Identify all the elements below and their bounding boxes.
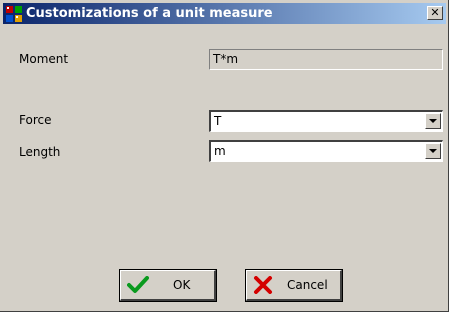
- checkmark-icon: [127, 276, 149, 293]
- force-select[interactable]: T: [209, 110, 443, 132]
- moment-value: T*m: [213, 52, 239, 66]
- app-grid-icon: [6, 6, 22, 22]
- length-select[interactable]: m: [209, 140, 443, 162]
- force-dropdown-button[interactable]: [425, 113, 441, 129]
- ok-button[interactable]: OK: [119, 269, 217, 302]
- cancel-label: Cancel: [287, 278, 328, 292]
- title-bar[interactable]: Customizations of a unit measure ✕: [3, 3, 446, 24]
- chevron-down-icon: [429, 149, 437, 153]
- close-icon: ✕: [430, 6, 440, 19]
- close-button[interactable]: ✕: [427, 6, 443, 20]
- cross-icon: [254, 276, 272, 294]
- force-label: Force: [19, 113, 52, 127]
- length-label: Length: [19, 145, 61, 159]
- force-value: T: [214, 114, 222, 128]
- dialog-window: Customizations of a unit measure ✕ Momen…: [0, 0, 449, 312]
- length-dropdown-button[interactable]: [425, 143, 441, 159]
- moment-label: Moment: [19, 52, 69, 66]
- cancel-button[interactable]: Cancel: [245, 269, 343, 302]
- chevron-down-icon: [429, 119, 437, 123]
- moment-field: T*m: [209, 49, 443, 70]
- length-value: m: [214, 144, 226, 158]
- dialog-title: Customizations of a unit measure: [26, 6, 273, 21]
- ok-label: OK: [173, 278, 191, 292]
